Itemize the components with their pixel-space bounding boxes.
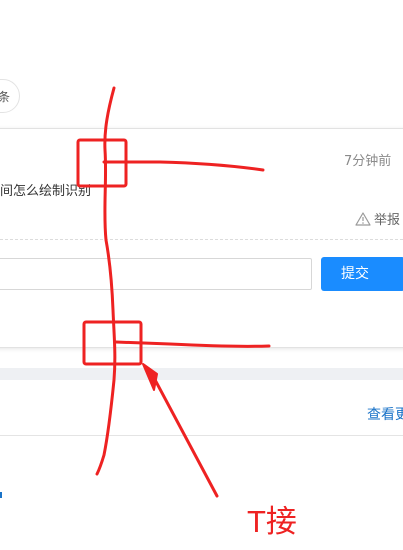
annotation-top-branch [102,160,265,172]
annotation-arrow [151,374,219,498]
annotation-label: T接 [247,504,297,539]
red-annotation-overlay [76,86,271,498]
annotation-bottom-branch [114,340,271,348]
annotation-vertical-stroke [95,86,117,476]
annotation-arrow-head [142,363,158,391]
